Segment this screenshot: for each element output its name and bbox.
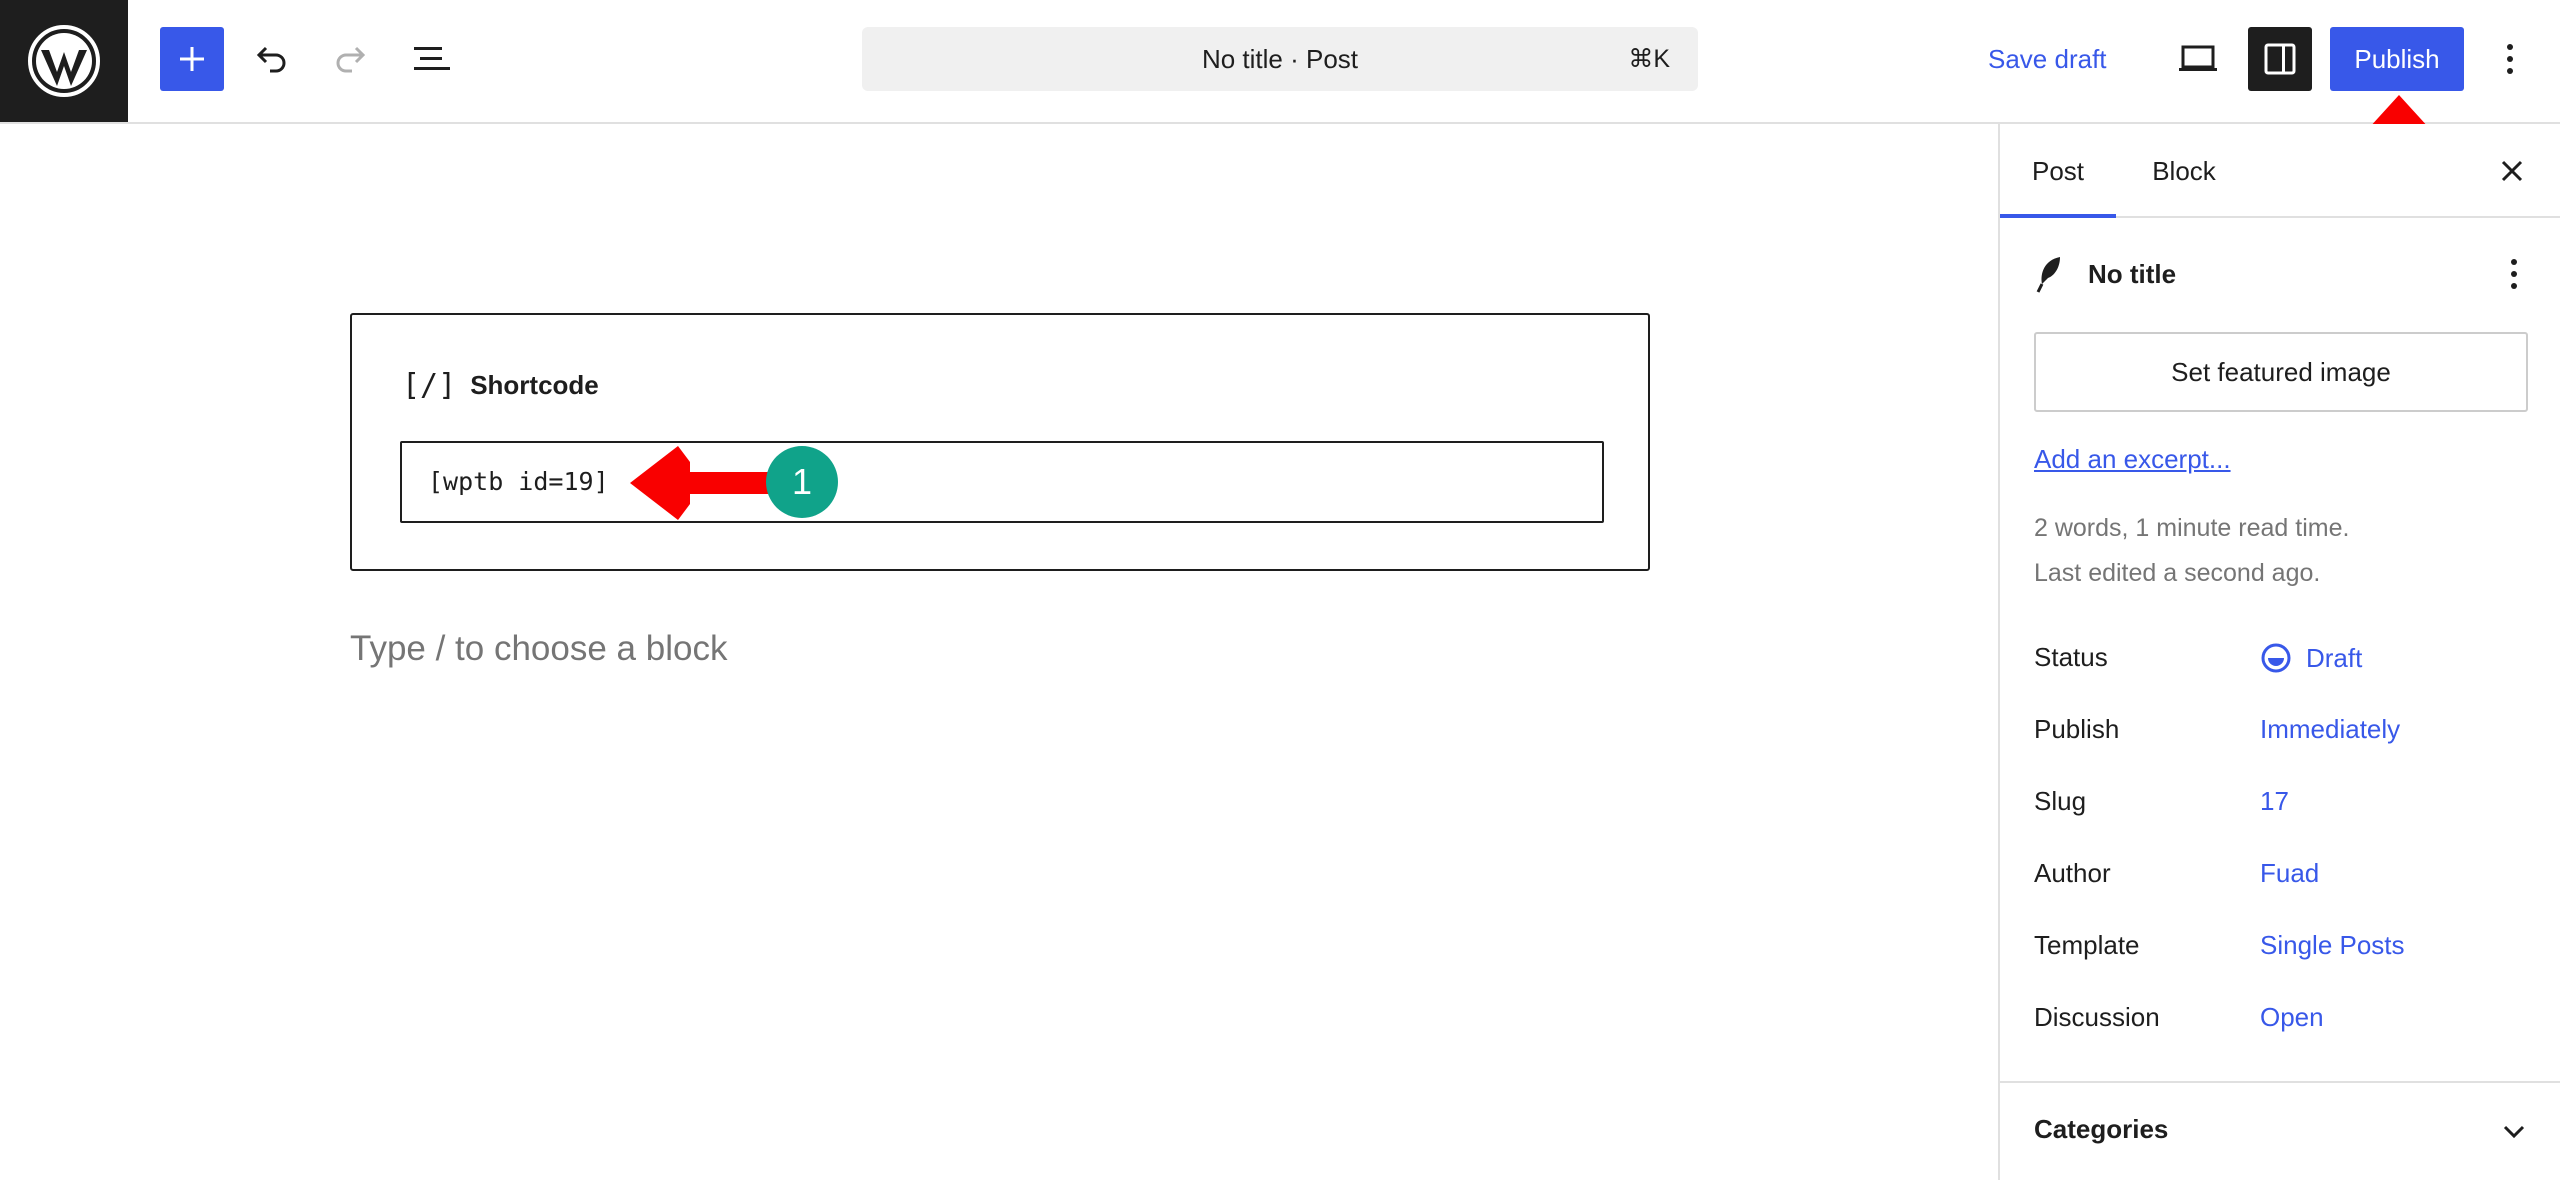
post-feather-icon: [2036, 257, 2060, 293]
desktop-preview-icon: [2179, 45, 2217, 71]
discussion-value[interactable]: Open: [2260, 1002, 2324, 1033]
shortcode-block-title: Shortcode: [470, 369, 599, 400]
tab-block[interactable]: Block: [2126, 124, 2242, 218]
author-label: Author: [2034, 858, 2111, 888]
publish-value[interactable]: Immediately: [2260, 714, 2400, 745]
editor-toolbar: No title · Post ⌘K Save draft Publish: [0, 0, 2560, 124]
discussion-label: Discussion: [2034, 1002, 2160, 1032]
list-view-button[interactable]: [400, 27, 464, 91]
template-value[interactable]: Single Posts: [2260, 930, 2405, 961]
options-menu-button[interactable]: [2478, 27, 2542, 91]
tab-post[interactable]: Post: [2000, 124, 2116, 218]
status-value[interactable]: Draft: [2260, 642, 2362, 674]
redo-button[interactable]: [318, 27, 382, 91]
shortcode-block-label: [/] Shortcode: [402, 365, 599, 405]
command-shortcut: ⌘K: [1628, 45, 1670, 73]
editor-screen: No title · Post ⌘K Save draft Publish [/…: [0, 0, 2560, 1180]
list-view-icon: [414, 47, 450, 70]
slug-value[interactable]: 17: [2260, 786, 2289, 817]
settings-toggle-button[interactable]: [2248, 27, 2312, 91]
settings-panel-icon: [2264, 43, 2296, 75]
settings-sidebar: Post Block No title Set featured image A…: [1998, 124, 2560, 1180]
shortcode-input[interactable]: [wptb id=19]: [400, 441, 1604, 523]
last-edited-text: Last edited a second ago.: [2034, 559, 2321, 587]
author-value[interactable]: Fuad: [2260, 858, 2319, 889]
word-count-text: 2 words, 1 minute read time.: [2034, 514, 2350, 542]
shortcode-icon: [/]: [402, 367, 457, 403]
categories-expand-button[interactable]: [2494, 1114, 2534, 1150]
more-vertical-icon: [2511, 259, 2517, 289]
template-label: Template: [2034, 930, 2140, 960]
sidebar-tabs: Post Block: [2000, 124, 2560, 218]
chevron-down-icon: [2503, 1125, 2525, 1139]
close-icon: [2501, 160, 2523, 182]
set-featured-image-button[interactable]: Set featured image: [2034, 332, 2528, 412]
save-draft-button[interactable]: Save draft: [1988, 27, 2107, 91]
preview-button[interactable]: [2166, 27, 2230, 91]
undo-button[interactable]: [240, 27, 304, 91]
post-actions-button[interactable]: [2494, 250, 2534, 298]
more-vertical-icon: [2507, 44, 2513, 74]
draft-status-icon: [2261, 643, 2291, 673]
post-summary-header: No title: [2034, 250, 2176, 298]
add-block-button[interactable]: [160, 27, 224, 91]
add-excerpt-link[interactable]: Add an excerpt...: [2034, 444, 2231, 475]
block-placeholder[interactable]: Type / to choose a block: [350, 624, 727, 674]
wordpress-logo[interactable]: [0, 0, 128, 122]
wordpress-logo-icon: [28, 25, 100, 97]
plus-icon: [180, 47, 204, 71]
categories-panel-toggle[interactable]: Categories: [2034, 1114, 2168, 1145]
close-sidebar-button[interactable]: [2488, 147, 2536, 195]
undo-icon: [256, 46, 286, 73]
command-palette-bar[interactable]: No title · Post ⌘K: [862, 27, 1698, 91]
post-title: No title: [2088, 258, 2177, 289]
shortcode-block[interactable]: [/] Shortcode [wptb id=19]: [350, 313, 1650, 571]
publish-label: Publish: [2034, 714, 2120, 744]
status-value-text: Draft: [2306, 642, 2363, 673]
slug-label: Slug: [2034, 786, 2087, 816]
sidebar-divider: [2000, 1081, 2560, 1083]
annotation-badge-1: 1: [766, 446, 838, 518]
publish-button[interactable]: Publish: [2330, 27, 2464, 91]
document-title: No title · Post: [1201, 43, 1359, 74]
status-label: Status: [2034, 642, 2108, 672]
redo-icon: [336, 46, 366, 73]
